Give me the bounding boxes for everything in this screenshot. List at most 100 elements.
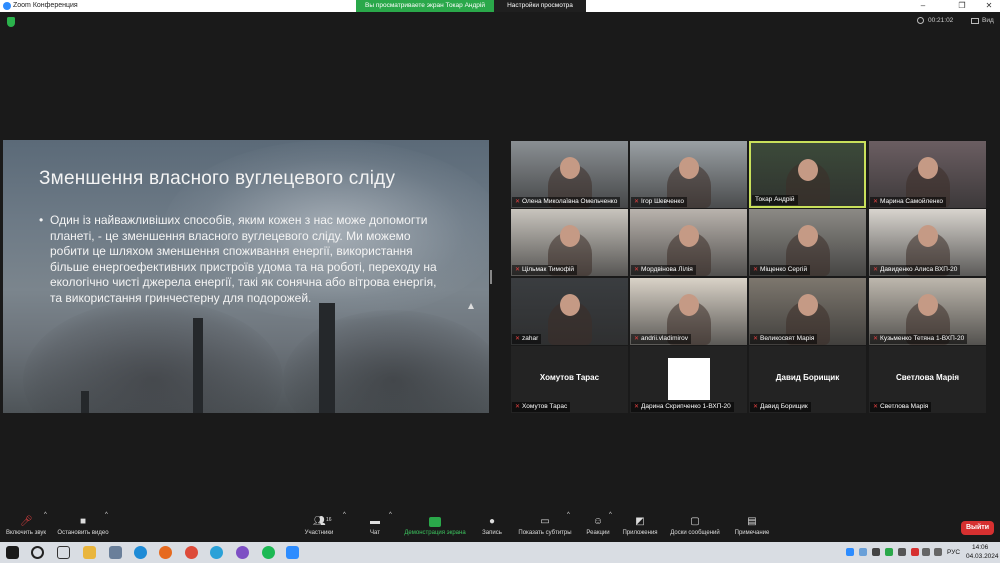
participant-tile[interactable]: ✕ Марина Самойленко [869,141,986,208]
participant-face [797,294,818,316]
participant-nameplate: ✕ zahar [512,334,542,344]
participant-display-name: Хомутов Тарас [539,373,600,382]
close-icon[interactable]: ✕ [978,0,1000,12]
tray-app-icon[interactable] [885,548,893,556]
whiteboard-icon: ▢ [690,516,700,527]
participant-tile[interactable]: ✕ andrii.vladimirov [630,278,747,345]
participant-tile[interactable]: Токар Андрій [749,141,866,208]
meeting-timer: 00:21:02 [928,17,954,24]
participant-nameplate: ✕ Олена Миколаївна Омельченко [512,197,621,207]
mouse-cursor-icon [468,303,474,309]
participant-tile[interactable]: Хомутов Тарас ✕ Хомутов Тарас [511,346,628,413]
participant-tile[interactable]: ✕ Кузьменко Тетяна 1-ВХП-20 [869,278,986,345]
record-icon: ● [488,516,496,527]
task-view-icon[interactable] [57,546,70,559]
audio-options-chevron-up-icon[interactable]: ^ [44,512,47,542]
search-icon[interactable] [31,546,44,559]
participant-tile[interactable]: ✕ Давиденко Алиса ВХП-20 [869,209,986,276]
participant-avatar [668,358,710,400]
tray-app-icon[interactable] [898,548,906,556]
participant-name: Светлова Марія [880,403,929,410]
participant-tile[interactable]: ✕ Мордвінова Лілія [630,209,747,276]
participant-tile[interactable]: ✕ Ігор Шевченко [630,141,747,208]
mic-muted-icon: ✕ [634,267,640,273]
restore-icon[interactable]: ❐ [951,0,973,12]
participant-face [559,294,580,316]
mic-muted-icon: ✕ [873,404,879,410]
whiteboards-label: Доски сообщений [670,530,720,536]
store-icon[interactable] [109,546,122,559]
participant-tile[interactable]: ✕ Міщенко Сергій [749,209,866,276]
mic-off-icon: 🎤︎ [20,516,33,527]
panel-splitter-handle[interactable] [490,270,492,284]
participant-tile[interactable]: ✕ Цільмак Тимофій [511,209,628,276]
edge-browser-icon[interactable] [134,546,147,559]
participant-tile[interactable]: Давид Борищик ✕ Давид Борищик [749,346,866,413]
reactions-chevron-up-icon[interactable]: ^ [609,512,612,542]
window-title: Zoom Конференция [13,2,78,9]
view-button[interactable]: Вид [982,17,994,24]
participant-tile[interactable]: Светлова Марія ✕ Светлова Марія [869,346,986,413]
video-options-chevron-up-icon[interactable]: ^ [105,512,108,542]
wifi-icon[interactable] [922,548,930,556]
participant-name: Цільмак Тимофій [522,266,575,273]
minimize-icon[interactable]: – [912,0,934,12]
whiteboards-button[interactable]: ▢ Доски сообщений [666,512,724,542]
volume-icon[interactable] [934,548,942,556]
participant-nameplate: ✕ Марина Самойленко [870,197,947,207]
view-grid-icon[interactable] [971,18,979,24]
participant-nameplate: ✕ Дарина Скрипченко 1-ВХП-20 [631,402,734,412]
timer-icon [917,17,924,24]
mic-muted-icon: ✕ [873,267,879,273]
participant-face [678,225,699,247]
participant-face [559,225,580,247]
participant-tile[interactable]: ✕ Дарина Скрипченко 1-ВХП-20 [630,346,747,413]
participant-name: Токар Андрій [755,196,795,203]
record-button[interactable]: ● Запись [478,512,506,542]
participants-button[interactable]: 👥︎ Участники [300,512,338,542]
zoom-tray-icon[interactable] [846,548,854,556]
chat-chevron-up-icon[interactable]: ^ [389,512,392,542]
share-screen-button[interactable]: Демонстрация экрана [400,512,470,542]
apps-button[interactable]: ◩ Приложения [620,512,660,542]
zoom-taskbar-icon[interactable] [286,546,299,559]
encryption-shield-icon[interactable] [7,17,15,27]
mic-muted-icon: ✕ [515,267,521,273]
participant-nameplate: ✕ Міщенко Сергій [750,265,811,275]
slide-body: • Один із найважливіших способів, яким к… [39,213,449,306]
participant-name: andrii.vladimirov [641,335,688,342]
participant-tile[interactable]: ✕ Олена Миколаївна Омельченко [511,141,628,208]
chrome-icon[interactable] [185,546,198,559]
mic-muted-icon: ✕ [873,199,879,205]
tray-app-icon[interactable] [859,548,867,556]
file-explorer-icon[interactable] [83,546,96,559]
participant-nameplate: ✕ Кузьменко Тетяна 1-ВХП-20 [870,334,968,344]
participant-face [917,157,938,179]
participant-tile[interactable]: ✕ zahar [511,278,628,345]
spotify-icon[interactable] [262,546,275,559]
video-camera-icon: ■ [79,516,87,527]
zoom-logo-icon [3,2,11,10]
firefox-icon[interactable] [159,546,172,559]
participants-chevron-up-icon[interactable]: ^ [343,512,346,542]
view-options-button[interactable]: Настройки просмотра [494,0,586,12]
telegram-icon[interactable] [210,546,223,559]
captions-chevron-up-icon[interactable]: ^ [567,512,570,542]
leave-button[interactable]: Выйти [961,521,994,535]
taskbar-date[interactable]: 04.03.2024 [966,553,999,560]
unmute-button[interactable]: 🎤︎ Включить звук [2,512,50,542]
participant-face [678,157,699,179]
stop-video-button[interactable]: ■ Остановить видео [54,512,112,542]
taskbar-clock[interactable]: 14:06 [972,544,988,551]
participant-tile[interactable]: ✕ Великосвят Марія [749,278,866,345]
notes-button[interactable]: ▤ Примечание [730,512,774,542]
tray-app-icon[interactable] [872,548,880,556]
chat-button[interactable]: ▬ Чат [362,512,388,542]
windows-start-icon[interactable] [6,546,19,559]
participant-name: Олена Миколаївна Омельченко [522,198,618,205]
participant-nameplate: ✕ Давид Борищик [750,402,811,412]
mic-muted-icon: ✕ [515,336,521,342]
input-language[interactable]: РУС [947,549,960,556]
tray-app-icon[interactable] [911,548,919,556]
viber-icon[interactable] [236,546,249,559]
